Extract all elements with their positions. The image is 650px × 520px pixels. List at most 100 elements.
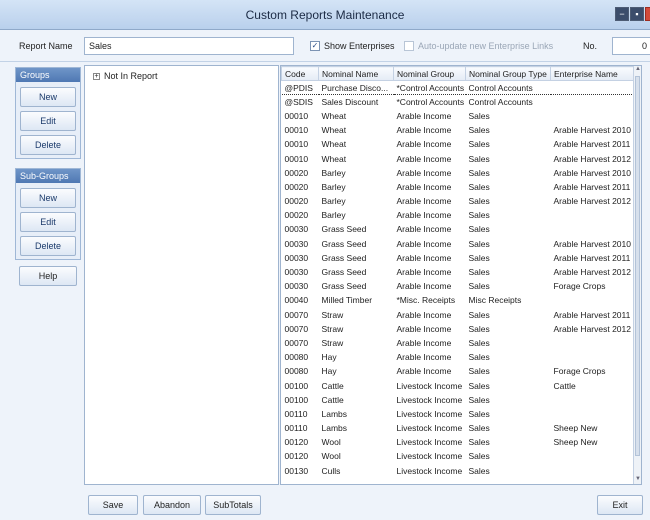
table-cell: Barley bbox=[321, 181, 346, 192]
table-row[interactable]: 00020 Barley Arable Income Sales bbox=[282, 208, 636, 222]
scroll-thumb[interactable] bbox=[635, 76, 640, 456]
table-cell: Arable Income bbox=[396, 181, 452, 192]
table-cell: 00030 bbox=[284, 281, 309, 292]
scroll-down-icon[interactable]: ▼ bbox=[634, 476, 641, 484]
table-cell: Sheep New bbox=[553, 437, 598, 448]
table-row[interactable]: 00110 Lambs Livestock Income Sales Sheep New bbox=[282, 421, 636, 435]
table-cell: Arable Income bbox=[396, 352, 452, 363]
bottom-bar: Save Abandon SubTotals Exit bbox=[0, 490, 650, 520]
groups-header: Groups bbox=[16, 68, 80, 82]
table-cell: 00020 bbox=[284, 181, 309, 192]
table-row[interactable]: 00010 Wheat Arable Income Sales Arable Harve… bbox=[282, 123, 636, 137]
exit-button[interactable]: Exit bbox=[597, 495, 643, 515]
table-cell: Sales bbox=[468, 110, 490, 121]
table-row[interactable]: 00020 Barley Arable Income Sales Arable Harv… bbox=[282, 180, 636, 194]
table-cell: Sales bbox=[468, 139, 490, 150]
table-row[interactable]: 00080 Hay Arable Income Sales bbox=[282, 350, 636, 364]
table-row[interactable]: 00020 Barley Arable Income Sales Arable Harv… bbox=[282, 194, 636, 208]
table-row[interactable]: 00030 Grass Seed Arable Income Sales Arable … bbox=[282, 265, 636, 279]
close-button[interactable] bbox=[645, 7, 650, 21]
scroll-up-icon[interactable]: ▲ bbox=[634, 66, 641, 74]
table-cell: Sales bbox=[468, 196, 490, 207]
report-name-input[interactable]: Sales bbox=[84, 37, 294, 55]
table-row[interactable]: 00070 Straw Arable Income Sales Arable Harve… bbox=[282, 308, 636, 322]
table-cell: Purchase Disco... bbox=[318, 79, 394, 96]
table-cell: 00100 bbox=[284, 394, 309, 405]
group-new-button[interactable]: New bbox=[20, 87, 76, 107]
table-row[interactable]: 00010 Wheat Arable Income Sales Arable Harve… bbox=[282, 151, 636, 165]
table-cell: Sales bbox=[468, 167, 490, 178]
table-row[interactable]: 00070 Straw Arable Income Sales Arable Harve… bbox=[282, 322, 636, 336]
table-cell bbox=[551, 449, 636, 463]
column-header[interactable]: Nominal Group bbox=[393, 66, 466, 81]
minimize-button[interactable]: − bbox=[615, 7, 629, 21]
table-row[interactable]: 00130 Culls Livestock Income Sales bbox=[282, 464, 636, 478]
table-cell: Wheat bbox=[321, 139, 347, 150]
table-cell: Sales bbox=[468, 366, 490, 377]
table-cell: Lambs bbox=[321, 423, 348, 434]
subgroup-edit-button[interactable]: Edit bbox=[20, 212, 76, 232]
table-cell bbox=[551, 95, 636, 109]
group-tree[interactable]: + Not In Report bbox=[84, 65, 279, 485]
grid-vertical-scrollbar[interactable]: ▲ ▼ bbox=[633, 66, 641, 484]
table-cell: Straw bbox=[321, 323, 344, 334]
table-cell: Arable Income bbox=[396, 252, 452, 263]
no-input[interactable]: 0 bbox=[612, 37, 650, 55]
tree-node-not-in-report[interactable]: + Not In Report bbox=[93, 71, 158, 81]
subgroup-delete-button[interactable]: Delete bbox=[20, 236, 76, 256]
subgroup-new-button[interactable]: New bbox=[20, 188, 76, 208]
nominal-grid[interactable]: Code Nominal Name Nominal Group Nominal Gro… bbox=[280, 65, 642, 485]
save-button[interactable]: Save bbox=[88, 495, 138, 515]
table-cell: Sales bbox=[468, 153, 490, 164]
table-row[interactable]: @PDIS Purchase Disco... *Control Accounts C… bbox=[281, 79, 636, 96]
help-button[interactable]: Help bbox=[19, 266, 77, 286]
table-row[interactable]: 00030 Grass Seed Arable Income Sales bbox=[282, 222, 636, 236]
report-field-row: Report Name Sales ✓ Show Enterprises Aut… bbox=[0, 31, 650, 62]
table-cell bbox=[551, 464, 636, 478]
table-row[interactable]: 00030 Grass Seed Arable Income Sales Arable … bbox=[282, 237, 636, 251]
table-cell: Cattle bbox=[321, 394, 344, 405]
auto-update-checkbox[interactable] bbox=[404, 41, 414, 51]
table-row[interactable]: 00030 Grass Seed Arable Income Sales Forage … bbox=[282, 279, 636, 293]
subtotals-button[interactable]: SubTotals bbox=[205, 495, 261, 515]
column-header[interactable]: Nominal Name bbox=[318, 66, 394, 81]
table-row[interactable]: 00120 Wool Livestock Income Sales bbox=[282, 449, 636, 463]
table-cell: Grass Seed bbox=[321, 238, 367, 249]
table-row[interactable]: 00040 Milled Timber *Misc. Receipts Misc Re… bbox=[282, 293, 636, 307]
table-row[interactable]: 00080 Hay Arable Income Sales Forage Crops bbox=[282, 364, 636, 378]
column-header[interactable]: Nominal Group Type bbox=[465, 66, 551, 81]
table-cell: Livestock Income bbox=[396, 437, 463, 448]
abandon-button[interactable]: Abandon bbox=[143, 495, 201, 515]
table-row[interactable]: 00030 Grass Seed Arable Income Sales Arable … bbox=[282, 251, 636, 265]
maximize-button[interactable]: ▪ bbox=[630, 7, 644, 21]
table-cell: 00010 bbox=[284, 110, 309, 121]
table-row[interactable]: 00070 Straw Arable Income Sales bbox=[282, 336, 636, 350]
group-edit-button[interactable]: Edit bbox=[20, 111, 76, 131]
auto-update-label: Auto-update new Enterprise Links bbox=[418, 41, 554, 51]
column-header[interactable]: Enterprise Name bbox=[550, 66, 636, 81]
table-cell: 00130 bbox=[284, 465, 309, 476]
table-cell: Grass Seed bbox=[321, 252, 367, 263]
table-cell: Arable Income bbox=[396, 153, 452, 164]
table-row[interactable]: 00110 Lambs Livestock Income Sales bbox=[282, 407, 636, 421]
group-delete-button[interactable]: Delete bbox=[20, 135, 76, 155]
show-enterprises-checkbox[interactable]: ✓ bbox=[310, 41, 320, 51]
title-bar: Custom Reports Maintenance − ▪ bbox=[0, 0, 650, 30]
table-cell: Grass Seed bbox=[321, 267, 367, 278]
table-cell: 00070 bbox=[284, 337, 309, 348]
table-row[interactable]: 00120 Wool Livestock Income Sales Sheep New bbox=[282, 435, 636, 449]
table-cell: 00030 bbox=[284, 252, 309, 263]
table-row[interactable]: 00020 Barley Arable Income Sales Arable Harv… bbox=[282, 166, 636, 180]
table-row[interactable]: @SDIS Sales Discount *Control Accounts Cont… bbox=[282, 95, 636, 109]
table-row[interactable]: 00010 Wheat Arable Income Sales Arable Harve… bbox=[282, 137, 636, 151]
expand-icon[interactable]: + bbox=[93, 73, 100, 81]
column-header[interactable]: Code bbox=[281, 66, 319, 81]
table-row[interactable]: 00100 Cattle Livestock Income Sales Cattle bbox=[282, 378, 636, 392]
table-cell: Sales bbox=[468, 394, 490, 405]
table-cell: *Control Accounts bbox=[393, 79, 466, 96]
subgroups-header: Sub-Groups bbox=[16, 169, 80, 183]
table-cell: 00010 bbox=[284, 125, 309, 136]
table-row[interactable]: 00100 Cattle Livestock Income Sales bbox=[282, 393, 636, 407]
table-cell: 00120 bbox=[284, 437, 309, 448]
table-row[interactable]: 00010 Wheat Arable Income Sales bbox=[282, 109, 636, 123]
